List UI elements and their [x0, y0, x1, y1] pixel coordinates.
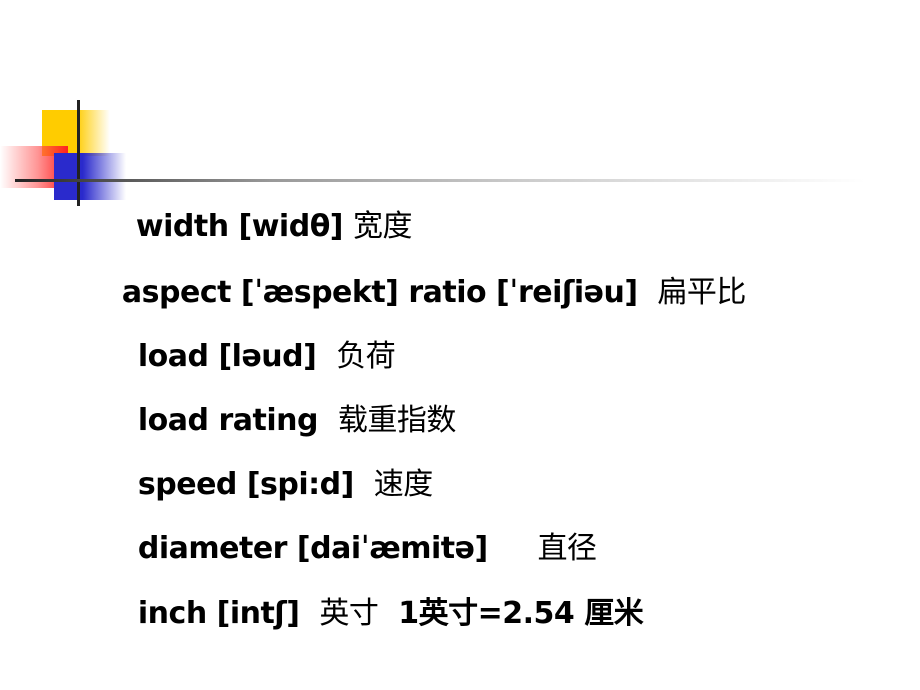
vocab-meaning: 英寸	[319, 596, 379, 631]
vocab-conversion-note: 1英寸=2.54 厘米	[378, 596, 644, 631]
vocab-line-inch: inch [intʃ] 英寸 1英寸=2.54 厘米	[118, 553, 644, 632]
decor-vertical-line	[77, 100, 80, 206]
vocab-term: inch [intʃ]	[137, 596, 300, 631]
vocab-meaning: 扁平比	[657, 275, 746, 310]
